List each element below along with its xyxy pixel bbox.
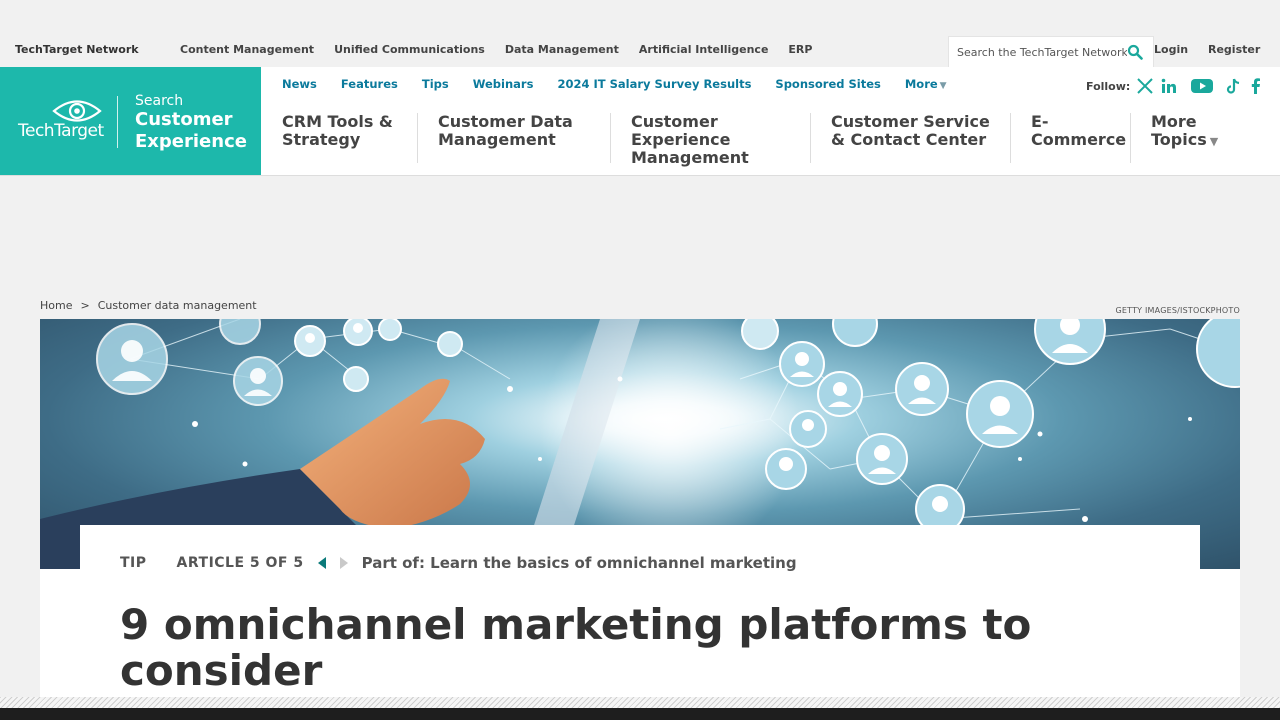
network-link-erp[interactable]: ERP bbox=[788, 43, 812, 56]
chevron-down-icon: ▼ bbox=[939, 81, 947, 91]
next-arrow-icon[interactable] bbox=[338, 556, 350, 570]
tiktok-icon[interactable] bbox=[1224, 77, 1242, 95]
subnav-news[interactable]: News bbox=[282, 77, 317, 91]
network-link-content-management[interactable]: Content Management bbox=[180, 43, 314, 56]
series-link[interactable]: Part of: Learn the basics of omnichannel… bbox=[362, 554, 797, 572]
network-title[interactable]: TechTarget Network bbox=[15, 43, 139, 56]
linkedin-icon[interactable] bbox=[1160, 77, 1178, 95]
topic-divider bbox=[1130, 113, 1131, 163]
network-link-artificial-intelligence[interactable]: Artificial Intelligence bbox=[639, 43, 769, 56]
subnav-webinars[interactable]: Webinars bbox=[473, 77, 534, 91]
subnav-tips[interactable]: Tips bbox=[422, 77, 449, 91]
network-search bbox=[948, 36, 1154, 67]
breadcrumb: Home > Customer data management bbox=[40, 299, 257, 312]
site-header: TechTarget Search Customer Experience Ne… bbox=[0, 67, 1280, 176]
subnav-more-label: More bbox=[904, 77, 938, 91]
article-meta: TIP ARTICLE 5 OF 5 Part of: Learn the ba… bbox=[120, 554, 797, 572]
network-bar: TechTarget Network Content Management Un… bbox=[0, 36, 1280, 67]
site-name: Customer Experience bbox=[135, 109, 247, 152]
register-link[interactable]: Register bbox=[1208, 43, 1260, 56]
topic-more-label: More Topics bbox=[1151, 112, 1207, 149]
image-credit: GETTY IMAGES/ISTOCKPHOTO bbox=[1115, 306, 1240, 315]
bottom-bar bbox=[0, 708, 1280, 720]
site-prefix: Search bbox=[135, 93, 184, 109]
topic-more[interactable]: More Topics ▼ bbox=[1151, 113, 1251, 151]
subnav-salary-survey[interactable]: 2024 IT Salary Survey Results bbox=[557, 77, 751, 91]
brand-logo[interactable]: TechTarget Search Customer Experience bbox=[0, 67, 261, 175]
network-link-data-management[interactable]: Data Management bbox=[505, 43, 619, 56]
follow-label: Follow: bbox=[1086, 80, 1131, 93]
topic-divider bbox=[417, 113, 418, 163]
youtube-icon[interactable] bbox=[1190, 77, 1214, 95]
article-title: 9 omnichannel marketing platforms to con… bbox=[120, 600, 1032, 695]
x-icon[interactable] bbox=[1136, 77, 1154, 95]
topic-ecommerce[interactable]: E-Commerce bbox=[1031, 113, 1126, 149]
topic-customer-data[interactable]: Customer Data Management bbox=[438, 113, 588, 149]
subnav: News Features Tips Webinars 2024 IT Sala… bbox=[282, 77, 947, 91]
network-links: Content Management Unified Communication… bbox=[180, 43, 812, 56]
topic-customer-service[interactable]: Customer Service & Contact Center bbox=[831, 113, 991, 149]
subnav-more[interactable]: More ▼ bbox=[905, 77, 947, 91]
article-type: TIP bbox=[120, 555, 147, 571]
logo-divider bbox=[117, 96, 118, 148]
network-link-unified-communications[interactable]: Unified Communications bbox=[334, 43, 485, 56]
previous-arrow-icon[interactable] bbox=[316, 556, 328, 570]
topic-crm-tools[interactable]: CRM Tools & Strategy bbox=[282, 113, 402, 149]
login-link[interactable]: Login bbox=[1154, 43, 1188, 56]
topic-divider bbox=[610, 113, 611, 163]
facebook-icon[interactable] bbox=[1247, 77, 1265, 95]
topic-customer-experience[interactable]: Customer Experience Management bbox=[631, 113, 761, 167]
topic-divider bbox=[810, 113, 811, 163]
chevron-down-icon: ▼ bbox=[1209, 135, 1219, 148]
search-icon[interactable] bbox=[1127, 44, 1143, 60]
topic-divider bbox=[1010, 113, 1011, 163]
footer-hatch bbox=[0, 697, 1280, 708]
logo-wordmark: TechTarget bbox=[18, 121, 104, 141]
subnav-sponsored-sites[interactable]: Sponsored Sites bbox=[775, 77, 880, 91]
breadcrumb-current[interactable]: Customer data management bbox=[98, 299, 257, 312]
article-position: ARTICLE 5 OF 5 bbox=[176, 555, 304, 571]
search-input[interactable] bbox=[957, 43, 1127, 61]
breadcrumb-separator: > bbox=[80, 299, 90, 312]
breadcrumb-home[interactable]: Home bbox=[40, 299, 72, 312]
subnav-features[interactable]: Features bbox=[341, 77, 398, 91]
